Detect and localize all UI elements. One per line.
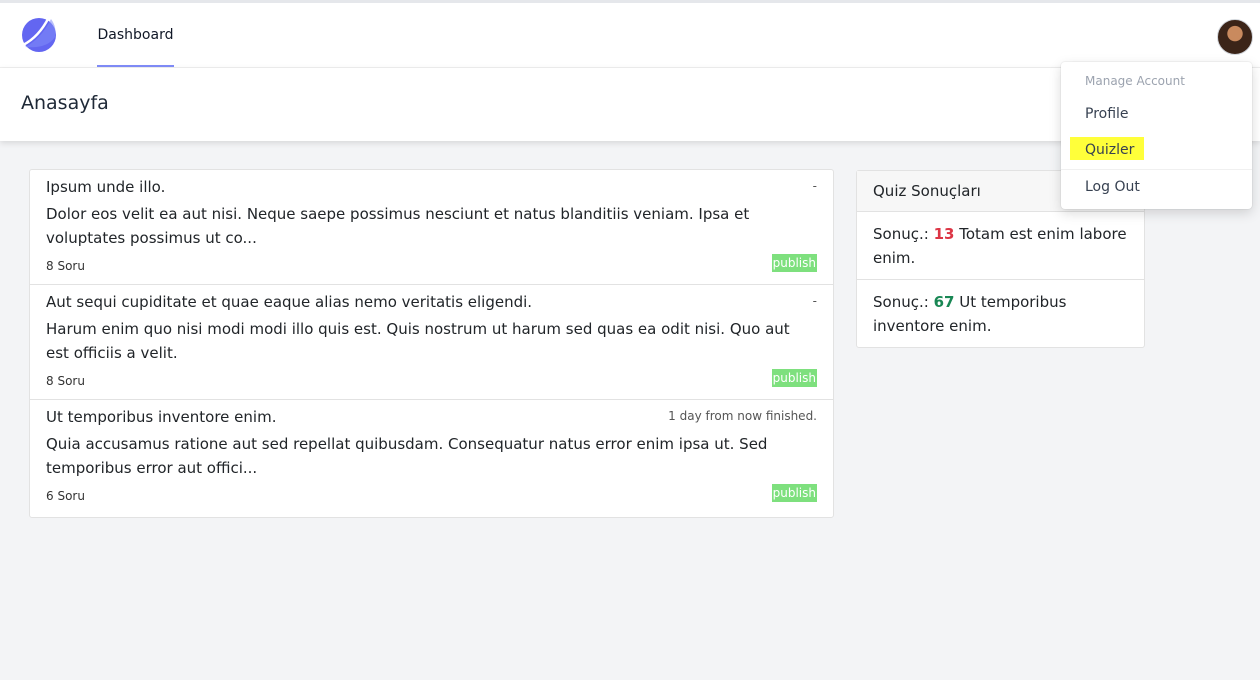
status-badge: publish xyxy=(771,484,817,502)
quiz-question-count: 8 Soru xyxy=(46,259,85,273)
dropdown-item-quizler[interactable]: Quizler xyxy=(1085,142,1134,158)
quiz-list: Ipsum unde illo. - Dolor eos velit ea au… xyxy=(29,169,834,518)
status-badge: publish xyxy=(771,254,817,272)
quiz-finish-info: 1 day from now finished. xyxy=(668,409,817,423)
result-score: 13 xyxy=(933,225,955,243)
dropdown-divider xyxy=(1061,169,1252,170)
dropdown-item-profile[interactable]: Profile xyxy=(1085,106,1129,122)
quiz-title[interactable]: Aut sequi cupiditate et quae eaque alias… xyxy=(46,293,532,311)
quiz-description: Harum enim quo nisi modi modi illo quis … xyxy=(46,320,790,362)
account-dropdown-menu: Manage Account Profile Quizler Log Out xyxy=(1061,62,1252,209)
result-item: Sonuç.: 13 Totam est enim labore enim. xyxy=(857,212,1144,280)
dropdown-item-logout[interactable]: Log Out xyxy=(1085,179,1140,195)
dropdown-heading: Manage Account xyxy=(1085,74,1185,88)
navbar: Dashboard xyxy=(0,3,1260,68)
user-avatar[interactable] xyxy=(1217,19,1253,55)
quiz-title[interactable]: Ut temporibus inventore enim. xyxy=(46,408,276,426)
result-item: Sonuç.: 67 Ut temporibus inventore enim. xyxy=(857,280,1144,347)
result-label: Sonuç.: xyxy=(873,225,929,243)
quiz-description: Dolor eos velit ea aut nisi. Neque saepe… xyxy=(46,205,750,247)
quiz-item[interactable]: Aut sequi cupiditate et quae eaque alias… xyxy=(30,285,833,400)
quiz-item[interactable]: Ut temporibus inventore enim. 1 day from… xyxy=(30,400,833,517)
quiz-title[interactable]: Ipsum unde illo. xyxy=(46,178,165,196)
status-badge: publish xyxy=(771,369,817,387)
quiz-question-count: 8 Soru xyxy=(46,374,85,388)
page-title: Anasayfa xyxy=(21,92,109,114)
nav-dashboard-link[interactable]: Dashboard xyxy=(97,3,174,67)
app-logo-icon[interactable] xyxy=(21,17,57,53)
result-score: 67 xyxy=(933,293,955,311)
quiz-finish-info: - xyxy=(812,179,817,193)
quiz-finish-info: - xyxy=(812,294,817,308)
quiz-question-count: 6 Soru xyxy=(46,489,85,503)
quiz-description: Quia accusamus ratione aut sed repellat … xyxy=(46,435,768,477)
quiz-item[interactable]: Ipsum unde illo. - Dolor eos velit ea au… xyxy=(30,170,833,285)
result-label: Sonuç.: xyxy=(873,293,929,311)
